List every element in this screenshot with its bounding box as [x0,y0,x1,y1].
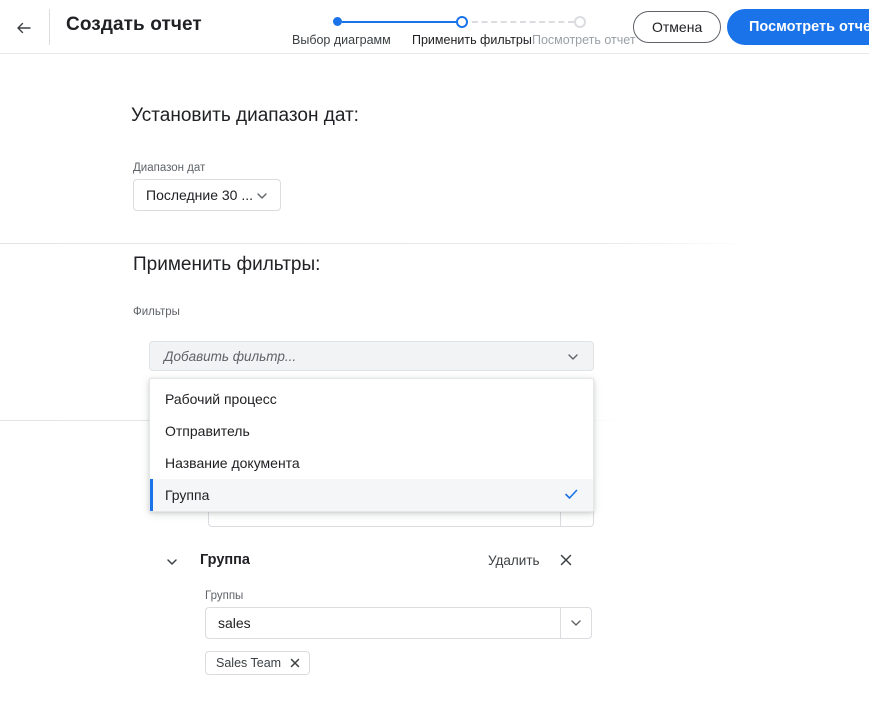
step-connector-dashed [472,21,574,23]
section-divider-date [0,243,753,244]
dropdown-option-workflow[interactable]: Рабочий процесс [150,383,593,415]
collapse-group-filter-button[interactable] [164,554,180,575]
date-range-label: Диапазон дат [133,162,206,174]
chip-remove-button[interactable] [289,657,301,669]
group-filter-title: Группа [200,552,250,568]
filter-options-dropdown: Рабочий процесс Отправитель Название док… [149,378,594,512]
step-dot-current[interactable] [456,16,468,28]
dropdown-option-label: Рабочий процесс [165,391,277,407]
stepper-track [292,12,592,28]
selected-group-chip: Sales Team [205,651,311,675]
dropdown-option-sender[interactable]: Отправитель [150,415,593,447]
dropdown-option-group[interactable]: Группа [150,479,593,511]
date-range-select[interactable]: Последние 30 ... [133,179,281,211]
groups-field-label: Группы [205,590,244,602]
chevron-down-icon [254,188,270,209]
step-label-filters[interactable]: Применить фильтры [412,33,532,47]
arrow-left-icon [17,22,31,34]
close-icon [290,658,300,668]
check-icon [563,486,579,505]
remove-filter-link[interactable]: Удалить [488,553,540,568]
date-range-value: Последние 30 ... [146,187,254,203]
chevron-down-icon [565,349,581,370]
date-range-heading: Установить диапазон дат: [131,105,359,126]
view-report-button[interactable]: Посмотреть отчет [727,9,869,45]
step-connector-solid [342,21,457,23]
dropdown-option-label: Название документа [165,455,300,471]
back-button[interactable] [8,12,40,44]
dropdown-option-document-name[interactable]: Название документа [150,447,593,479]
groups-input-value: sales [218,615,251,631]
cancel-button[interactable]: Отмена [633,11,722,43]
chip-label: Sales Team [216,656,282,670]
close-icon [560,554,572,566]
page-title: Создать отчет [66,14,202,35]
step-label-report[interactable]: Посмотреть отчет [532,33,636,47]
wizard-stepper: Выбор диаграмм Применить фильтры Посмотр… [292,12,636,52]
groups-input[interactable]: sales [205,607,560,639]
step-label-charts[interactable]: Выбор диаграмм [292,33,391,47]
add-filter-select[interactable]: Добавить фильтр... [149,341,594,371]
dropdown-option-label: Отправитель [165,423,250,439]
filters-heading: Применить фильтры: [133,254,321,275]
groups-dropdown-button[interactable] [560,607,592,639]
chevron-down-icon [167,559,177,565]
top-app-bar: Создать отчет Выбор диаграмм Применить ф… [0,0,869,54]
step-dot-completed[interactable] [333,17,342,26]
add-filter-placeholder: Добавить фильтр... [164,348,297,364]
dropdown-option-label: Группа [165,487,210,503]
header-separator [49,9,50,45]
step-dot-upcoming[interactable] [574,16,586,28]
chevron-down-icon [571,620,581,626]
close-filter-button[interactable] [558,552,574,573]
filters-label: Фильтры [133,306,180,318]
